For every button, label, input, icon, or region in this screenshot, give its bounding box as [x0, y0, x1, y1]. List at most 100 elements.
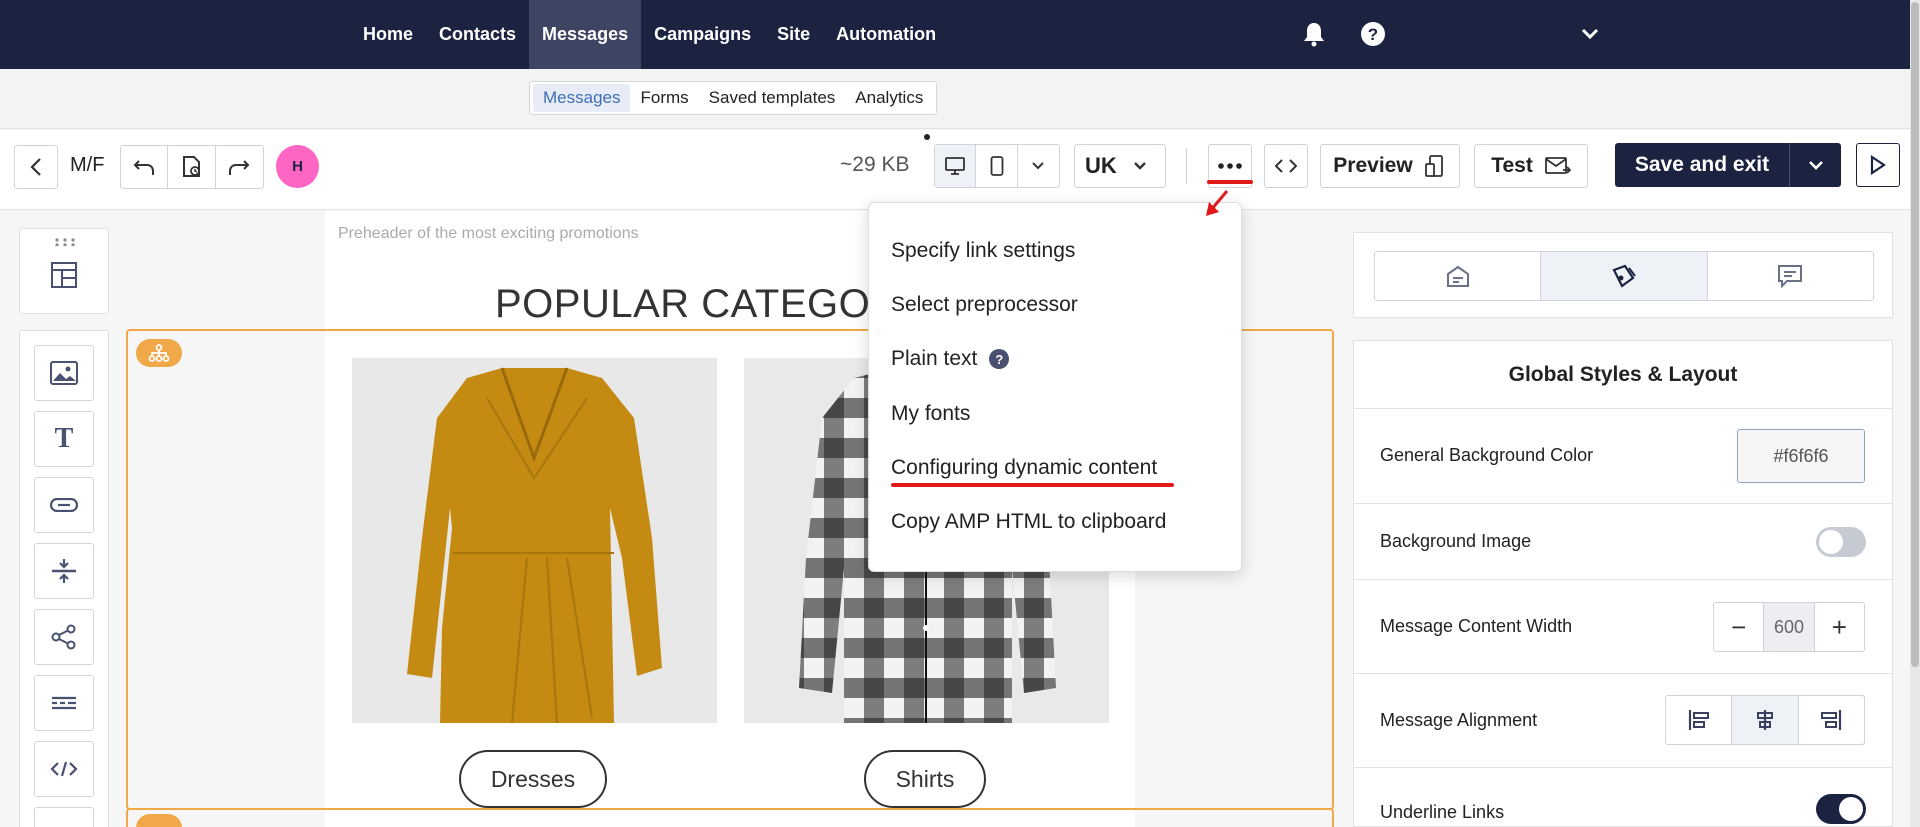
bg-color-label: General Background Color [1380, 445, 1594, 465]
divider-block-button[interactable] [34, 675, 94, 731]
top-navigation: Home Contacts Messages Campaigns Site Au… [0, 0, 1920, 69]
content-width-label: Message Content Width [1380, 616, 1573, 636]
bg-color-field[interactable]: #f6f6f6 [1737, 429, 1865, 483]
spacer-block-button[interactable] [34, 543, 94, 599]
dresses-button[interactable]: Dresses [459, 750, 607, 808]
preview-devices-icon [1424, 155, 1443, 177]
avatar[interactable]: H [276, 145, 319, 188]
help-icon[interactable]: ? [989, 349, 1010, 369]
next-structure-badge[interactable] [136, 814, 182, 827]
annotation-underline [1207, 180, 1253, 184]
content-width-stepper: − 600 + [1713, 602, 1865, 652]
hierarchy-icon [148, 344, 170, 362]
palette-icon [1612, 264, 1636, 288]
button-block-button[interactable] [34, 477, 94, 533]
tab-messages[interactable]: Messages [533, 84, 631, 112]
drag-handle-icon[interactable] [55, 238, 75, 246]
editor-toolbar: M/F H ~29 KB UK Preview Test Save and ex… [0, 130, 1920, 210]
content-width-value[interactable]: 600 [1763, 603, 1815, 651]
language-select[interactable]: UK [1074, 144, 1166, 188]
tab-comments[interactable] [1708, 252, 1873, 300]
text-block-button[interactable]: T [34, 411, 94, 467]
bg-image-label: Background Image [1380, 531, 1532, 551]
send-mail-icon [1544, 157, 1571, 174]
preheader-text[interactable]: Preheader of the most exciting promotion… [338, 225, 639, 243]
back-button[interactable] [14, 145, 58, 189]
annotation-underline [891, 483, 1174, 487]
version-history-button[interactable] [168, 146, 216, 188]
chevron-down-icon[interactable] [1576, 20, 1604, 48]
tab-message-settings[interactable] [1375, 252, 1542, 300]
message-name: M/F [70, 154, 105, 176]
nav-home[interactable]: Home [350, 0, 426, 69]
desktop-view-button[interactable] [935, 145, 977, 187]
row-message-alignment: Message Alignment [1354, 674, 1892, 768]
align-center-button[interactable] [1732, 696, 1799, 744]
next-structure-outline[interactable] [126, 808, 1334, 827]
divider-icon [52, 696, 76, 710]
device-dropdown-button[interactable] [1018, 145, 1059, 187]
decrement-button[interactable]: − [1714, 603, 1763, 651]
product-image-dress[interactable] [352, 358, 717, 723]
nav-campaigns[interactable]: Campaigns [641, 0, 764, 69]
menu-item-dynamic-content[interactable]: Configuring dynamic content [891, 456, 1157, 480]
structure-icon[interactable] [50, 261, 78, 289]
menu-item-plain-text[interactable]: Plain text ? [891, 347, 1010, 371]
help-icon[interactable]: ? [1359, 20, 1387, 48]
mobile-icon [990, 156, 1003, 176]
more-options-menu: Specify link settings Select preprocesso… [868, 202, 1242, 572]
menu-item-link-settings[interactable]: Specify link settings [891, 239, 1075, 263]
message-settings-icon [1446, 265, 1469, 287]
device-switcher [934, 144, 1060, 188]
preview-button[interactable]: Preview [1320, 144, 1460, 188]
test-button[interactable]: Test [1474, 144, 1588, 188]
social-block-button[interactable] [34, 609, 94, 665]
html-block-button[interactable] [34, 741, 94, 797]
underline-links-toggle[interactable] [1816, 794, 1866, 824]
settings-tabs-card [1353, 232, 1893, 318]
code-editor-button[interactable] [1264, 144, 1308, 188]
test-label: Test [1491, 154, 1533, 177]
save-and-exit-button[interactable]: Save and exit [1615, 143, 1790, 187]
scrollbar-thumb[interactable] [1911, 2, 1919, 667]
redo-button[interactable] [216, 146, 263, 188]
undo-button[interactable] [121, 146, 169, 188]
messages-tabs: Messages Forms Saved templates Analytics [529, 81, 938, 115]
nav-automation[interactable]: Automation [823, 0, 949, 69]
play-icon [1870, 155, 1886, 175]
nav-site[interactable]: Site [764, 0, 823, 69]
page-scrollbar[interactable] [1910, 0, 1920, 827]
row-underline-links: Underline Links [1354, 768, 1892, 826]
menu-item-copy-amp-html[interactable]: Copy AMP HTML to clipboard [891, 510, 1166, 534]
button-icon [50, 498, 78, 512]
category-title[interactable]: POPULAR CATEGO [495, 282, 870, 327]
more-blocks-button[interactable] [34, 807, 94, 827]
image-block-button[interactable] [34, 345, 94, 401]
align-right-icon [1821, 710, 1842, 730]
align-left-button[interactable] [1666, 696, 1733, 744]
tab-analytics[interactable]: Analytics [845, 84, 933, 112]
underline-links-label: Underline Links [1380, 802, 1505, 822]
tab-appearance[interactable] [1541, 252, 1708, 300]
align-right-button[interactable] [1799, 696, 1864, 744]
increment-button[interactable]: + [1815, 603, 1864, 651]
bg-image-toggle[interactable] [1816, 527, 1866, 557]
structure-badge[interactable] [136, 339, 182, 367]
code-icon [1275, 159, 1297, 173]
menu-item-my-fonts[interactable]: My fonts [891, 402, 970, 426]
bell-icon[interactable] [1300, 20, 1328, 48]
comment-icon [1778, 265, 1803, 288]
save-options-button[interactable] [1790, 143, 1841, 187]
nav-contacts[interactable]: Contacts [426, 0, 529, 69]
shirts-button[interactable]: Shirts [864, 750, 986, 808]
mobile-view-button[interactable] [976, 145, 1018, 187]
tab-forms[interactable]: Forms [630, 84, 698, 112]
panel-title: Global Styles & Layout [1354, 341, 1892, 409]
tab-saved-templates[interactable]: Saved templates [699, 84, 846, 112]
send-button[interactable] [1856, 143, 1900, 187]
content-blocks-panel: T [19, 330, 109, 827]
nav-messages[interactable]: Messages [529, 0, 642, 69]
row-background-image: Background Image [1354, 504, 1892, 580]
menu-item-preprocessor[interactable]: Select preprocessor [891, 293, 1078, 317]
message-size: ~29 KB [840, 153, 910, 176]
